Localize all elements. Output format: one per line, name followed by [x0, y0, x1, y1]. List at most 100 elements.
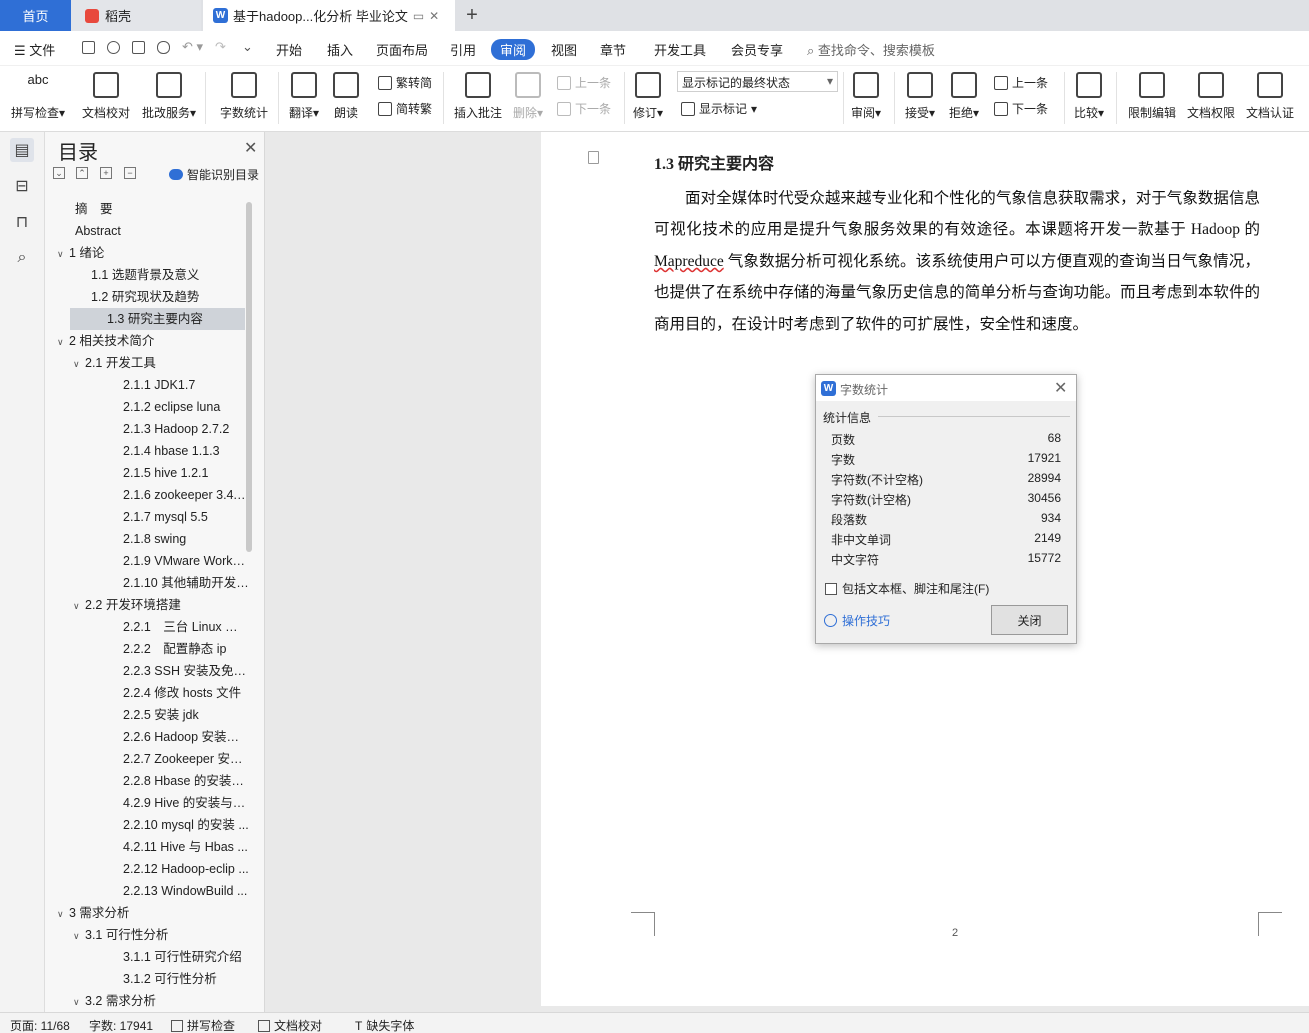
read-aloud-button[interactable]: 朗读 [316, 68, 376, 126]
expand-caret-icon[interactable]: ∨ [73, 353, 85, 374]
prev-comment-button[interactable]: 上一条 [557, 74, 611, 91]
tab-document[interactable]: W 基于hadoop...化分析 毕业论文 ▭ ✕ [203, 0, 455, 31]
revise-button[interactable]: 修订▾ [618, 68, 678, 126]
body-paragraph[interactable]: 面对全媒体时代受众越来越专业化和个性化的气象信息获取需求，对于气象数据信息可视化… [654, 183, 1260, 340]
command-search[interactable]: ⌕ 查找命令、搜索模板 [807, 40, 935, 59]
misspelled-word[interactable]: Mapreduce [654, 253, 724, 270]
expand-up-icon[interactable]: ⌃ [76, 167, 88, 179]
compare-button[interactable]: 比较▾ [1059, 68, 1119, 126]
toc-item[interactable]: 1.2 研究现状及趋势 [45, 286, 250, 308]
toc-item[interactable]: 2.1.2 eclipse luna [45, 396, 250, 418]
page-indicator[interactable]: 页面: 11/68 [10, 1017, 70, 1033]
toc-item[interactable]: 1.3 研究主要内容 [70, 308, 245, 330]
toc-item[interactable]: 2.1.10 其他辅助开发 ... [45, 572, 250, 594]
menu-references[interactable]: 引用 [450, 40, 476, 59]
show-markup-button[interactable]: 显示标记 ▾ [681, 100, 757, 117]
delete-comment-button[interactable]: 删除▾ [498, 68, 558, 126]
doc-permission-button[interactable]: 文档权限 [1181, 68, 1241, 126]
include-textbox-checkbox[interactable]: 包括文本框、脚注和尾注(F) [825, 580, 989, 597]
menu-section[interactable]: 章节 [600, 40, 626, 59]
status-proofread[interactable]: 文档校对 [258, 1017, 322, 1033]
toc-item[interactable]: ∨ 3.2 需求分析 [45, 990, 250, 1012]
review-pane-button[interactable]: 审阅▾ [836, 68, 896, 126]
toc-item[interactable]: Abstract [45, 220, 250, 242]
toc-item[interactable]: 3.1.2 可行性分析 [45, 968, 250, 990]
remove-heading-icon[interactable]: − [124, 167, 136, 179]
toc-panel-icon[interactable]: ▤ [10, 138, 34, 162]
minimize-tab-icon[interactable]: ▭ [413, 9, 424, 23]
review-service-button[interactable]: 批改服务▾ [139, 68, 199, 126]
toc-item[interactable]: 2.2.4 修改 hosts 文件 [45, 682, 250, 704]
toc-item[interactable]: 2.2.13 WindowBuild ... [45, 880, 250, 902]
toc-item[interactable]: 3.1.1 可行性研究介绍 [45, 946, 250, 968]
preview-icon[interactable] [157, 41, 170, 54]
expand-caret-icon[interactable]: ∨ [73, 595, 85, 616]
status-spell-check[interactable]: 拼写检查 [171, 1017, 235, 1033]
restrict-edit-button[interactable]: 限制编辑 [1122, 68, 1182, 126]
expand-caret-icon[interactable]: ∨ [57, 243, 69, 264]
close-tab-icon[interactable]: ✕ [429, 9, 439, 23]
toc-item[interactable]: 2.1.7 mysql 5.5 [45, 506, 250, 528]
toc-item[interactable]: 2.2.3 SSH 安装及免密 ... [45, 660, 250, 682]
toc-item[interactable]: 2.2.10 mysql 的安装 ... [45, 814, 250, 836]
collapse-all-icon[interactable]: ⌄ [53, 167, 65, 179]
toc-item[interactable]: 2.1.4 hbase 1.1.3 [45, 440, 250, 462]
toc-item[interactable]: 2.2.8 Hbase 的安装与 ... [45, 770, 250, 792]
search-icon[interactable]: ⌕ [10, 246, 34, 270]
close-button[interactable]: 关闭 [991, 605, 1068, 635]
toc-item[interactable]: 2.1.6 zookeeper 3.4. ... [45, 484, 250, 506]
tab-home[interactable]: 首页 [0, 0, 71, 31]
doc-auth-button[interactable]: 文档认证 [1240, 68, 1300, 126]
toc-item[interactable]: 2.2.7 Zookeeper 安装 ... [45, 748, 250, 770]
toc-item[interactable]: 摘 要 [45, 198, 250, 220]
menu-insert[interactable]: 插入 [327, 40, 353, 59]
undo-icon[interactable]: ↶ ▾ [182, 39, 203, 55]
bookmark-icon[interactable]: ⊓ [10, 210, 34, 234]
spell-check-button[interactable]: abc 拼写检查▾ [8, 68, 68, 126]
close-icon[interactable]: ✕ [244, 138, 257, 158]
tips-link[interactable]: 操作技巧 [824, 612, 890, 629]
add-heading-icon[interactable]: + [100, 167, 112, 179]
toc-item[interactable]: 2.1.3 Hadoop 2.7.2 [45, 418, 250, 440]
section-panel-icon[interactable]: ⊟ [10, 174, 34, 198]
next-change-button[interactable]: 下一条 [994, 100, 1048, 117]
toc-item[interactable]: 1.1 选题背景及意义 [45, 264, 250, 286]
expand-caret-icon[interactable]: ∨ [73, 925, 85, 946]
proofread-button[interactable]: 文档校对 [76, 68, 136, 126]
toc-item[interactable]: 2.2.6 Hadoop 安装与 ... [45, 726, 250, 748]
toc-item[interactable]: 2.1.9 VMware Works ... [45, 550, 250, 572]
toc-item[interactable]: ∨ 2.1 开发工具 [45, 352, 250, 374]
toc-item[interactable]: ∨ 3.1 可行性分析 [45, 924, 250, 946]
toc-item[interactable]: ∨ 2 相关技术简介 [45, 330, 250, 352]
quick-access-more-icon[interactable]: ⌄ [242, 39, 253, 55]
status-missing-font[interactable]: T 缺失字体 [355, 1017, 414, 1033]
new-tab-button[interactable]: + [460, 0, 484, 31]
dialog-titlebar[interactable]: W 字数统计 ✕ [816, 375, 1076, 401]
menu-start[interactable]: 开始 [276, 40, 302, 59]
toc-item[interactable]: 2.2.1 三台 Linux 虚拟 ... [45, 616, 250, 638]
toc-item[interactable]: ∨ 2.2 开发环境搭建 [45, 594, 250, 616]
expand-caret-icon[interactable]: ∨ [57, 331, 69, 352]
expand-caret-icon[interactable]: ∨ [73, 991, 85, 1012]
expand-caret-icon[interactable]: ∨ [57, 903, 69, 924]
file-menu[interactable]: ☰ 文件 [14, 40, 55, 59]
toc-scrollbar[interactable] [246, 202, 252, 552]
toc-item[interactable]: 2.2.12 Hadoop-eclip ... [45, 858, 250, 880]
toc-item[interactable]: ∨ 1 绪论 [45, 242, 250, 264]
toc-item[interactable]: 4.2.11 Hive 与 Hbas ... [45, 836, 250, 858]
markup-state-select[interactable]: 显示标记的最终状态 ▾ [677, 71, 838, 92]
menu-developer[interactable]: 开发工具 [654, 40, 706, 59]
menu-view[interactable]: 视图 [551, 40, 577, 59]
toc-item[interactable]: 2.1.8 swing [45, 528, 250, 550]
reject-button[interactable]: 拒绝▾ [934, 68, 994, 126]
word-count-button[interactable]: 字数统计 [214, 68, 274, 126]
word-count-indicator[interactable]: 字数: 17941 [89, 1017, 153, 1033]
checkbox-box[interactable] [825, 582, 837, 595]
tab-daoke[interactable]: 稻壳 [71, 0, 201, 31]
toc-item[interactable]: 4.2.9 Hive 的安装与配 ... [45, 792, 250, 814]
toc-item[interactable]: 2.2.2 配置静态 ip [45, 638, 250, 660]
menu-review[interactable]: 审阅 [491, 39, 536, 60]
simp-to-trad-button[interactable]: 简转繁 [378, 100, 432, 117]
menu-member[interactable]: 会员专享 [731, 40, 783, 59]
prev-change-button[interactable]: 上一条 [994, 74, 1048, 91]
